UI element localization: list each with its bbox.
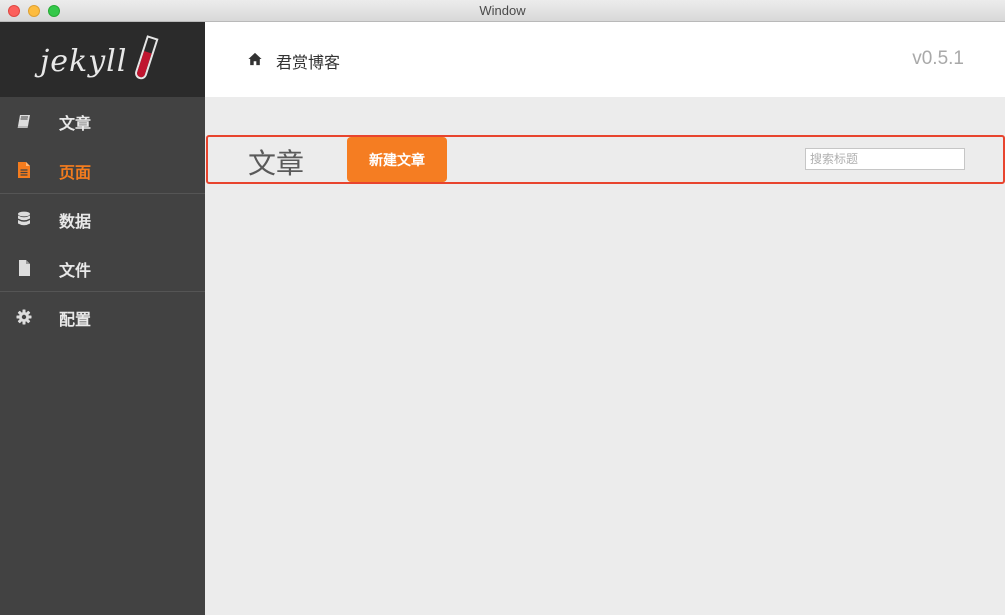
- window-title: Window: [479, 3, 526, 18]
- sidebar-item-posts[interactable]: 文章: [0, 97, 205, 145]
- logo: jekyll: [0, 22, 205, 97]
- sidebar-item-config[interactable]: 配置: [0, 293, 205, 341]
- test-tube-icon: [133, 35, 159, 81]
- new-post-button[interactable]: 新建文章: [347, 137, 447, 182]
- sidebar-divider: [0, 291, 205, 292]
- book-icon: [17, 115, 30, 128]
- page-title: 文章: [248, 147, 305, 180]
- search-input[interactable]: [805, 148, 965, 170]
- file-icon: [19, 260, 30, 276]
- window-titlebar: Window: [0, 0, 1005, 22]
- breadcrumb-site-name[interactable]: 君赏博客: [276, 49, 340, 73]
- home-icon[interactable]: [248, 52, 262, 66]
- sidebar-item-label: 文件: [59, 261, 92, 280]
- posts-toolbar: 文章 新建文章: [206, 135, 1005, 184]
- sidebar-item-pages[interactable]: 页面: [0, 146, 205, 194]
- sidebar-item-label: 数据: [59, 212, 92, 231]
- sidebar-item-label: 页面: [59, 163, 92, 182]
- sidebar-item-label: 文章: [59, 114, 92, 133]
- database-icon: [18, 211, 30, 226]
- file-text-icon: [18, 162, 30, 178]
- sidebar-item-data[interactable]: 数据: [0, 195, 205, 243]
- sidebar: jekyll 文章 页面 数据 文件 配置: [0, 22, 205, 615]
- logo-text: jekyll: [40, 44, 128, 79]
- sidebar-item-files[interactable]: 文件: [0, 244, 205, 292]
- header: 君赏博客 v0.5.1: [205, 22, 1005, 97]
- version-label: v0.5.1: [912, 48, 964, 69]
- sidebar-divider: [0, 193, 205, 194]
- gear-icon: [16, 309, 32, 325]
- sidebar-item-label: 配置: [59, 310, 92, 329]
